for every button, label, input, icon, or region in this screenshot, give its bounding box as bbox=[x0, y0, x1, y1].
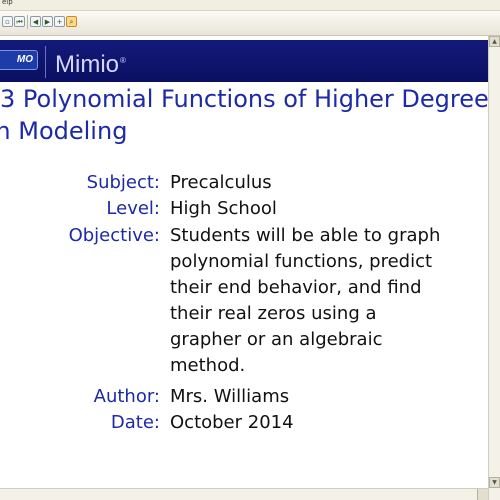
objective-value: Students will be able to graph polynomia… bbox=[170, 223, 440, 379]
mimio-banner: MO Mimio® bbox=[0, 40, 488, 82]
banner-divider bbox=[45, 46, 46, 78]
scroll-down-icon[interactable]: ▼ bbox=[489, 477, 500, 488]
objective-line: grapher or an algebraic bbox=[170, 329, 383, 350]
zoom-in-icon[interactable]: + bbox=[54, 16, 65, 27]
objective-line: their end behavior, and find bbox=[170, 277, 422, 298]
first-page-icon[interactable]: ⏮ bbox=[14, 16, 25, 27]
level-label: Level: bbox=[106, 198, 160, 219]
mimio-logo: Mimio® bbox=[55, 51, 126, 78]
horizontal-scrollbar[interactable] bbox=[0, 488, 488, 500]
author-label: Author: bbox=[93, 386, 160, 407]
date-label: Date: bbox=[110, 412, 160, 433]
vertical-scrollbar[interactable]: ▲ ▼ bbox=[488, 36, 500, 500]
slide-title-line-1: 3 Polynomial Functions of Higher Degree bbox=[0, 85, 489, 113]
objective-line: method. bbox=[170, 355, 246, 376]
slide-title-line-2: th Modeling bbox=[0, 117, 128, 145]
objective-label: Objective: bbox=[68, 225, 160, 246]
toolbar: ▫ ⏮ ◀ ▶ + ⌕ bbox=[0, 11, 500, 36]
menu-bar: elp bbox=[0, 0, 500, 11]
author-value: Mrs. Williams bbox=[170, 386, 290, 407]
date-value: October 2014 bbox=[170, 412, 294, 433]
dymo-logo: MO bbox=[0, 50, 38, 70]
level-value: High School bbox=[170, 198, 277, 219]
objective-line: polynomial functions, predict bbox=[170, 251, 433, 272]
subject-value: Precalculus bbox=[170, 172, 272, 193]
objective-line: Students will be able to graph bbox=[170, 225, 441, 246]
objective-line: their real zeros using a bbox=[170, 303, 377, 324]
mimio-notebook-window: elp ▫ ⏮ ◀ ▶ + ⌕ MO Mimio® 3 Polynomial F… bbox=[0, 0, 500, 500]
subject-label: Subject: bbox=[86, 172, 160, 193]
zoom-icon[interactable]: ⌕ bbox=[66, 16, 77, 27]
page-icon[interactable]: ▫ bbox=[2, 16, 13, 27]
slide-title: 3 Polynomial Functions of Higher Degree … bbox=[0, 82, 490, 148]
scroll-right-icon[interactable] bbox=[477, 489, 488, 500]
forward-icon[interactable]: ▶ bbox=[42, 16, 53, 27]
scroll-up-icon[interactable]: ▲ bbox=[489, 36, 500, 47]
back-icon[interactable]: ◀ bbox=[30, 16, 41, 27]
menu-item-help[interactable]: elp bbox=[2, 0, 13, 7]
